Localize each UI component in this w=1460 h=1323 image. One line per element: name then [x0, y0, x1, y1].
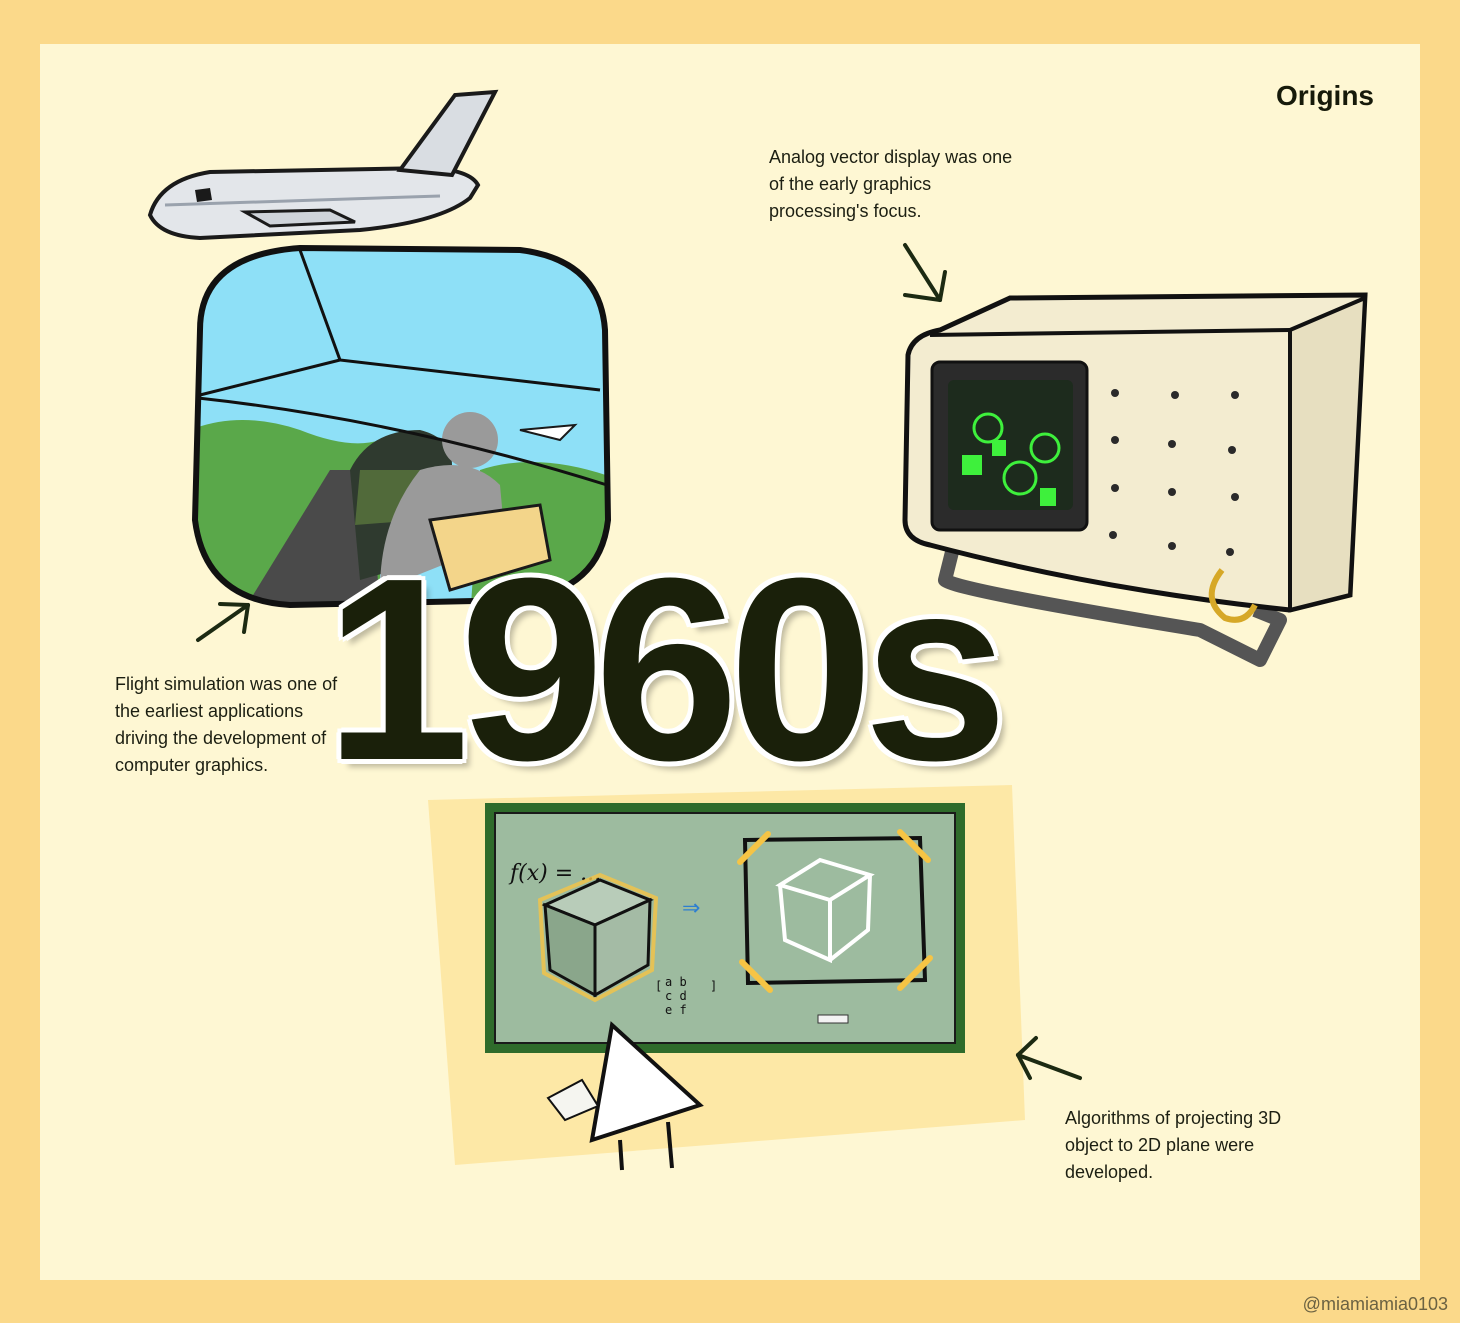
caption-projection: Algorithms of projecting 3D object to 2D… — [1065, 1108, 1282, 1182]
svg-text:[: [ — [655, 979, 662, 993]
svg-text:]: ] — [710, 979, 717, 993]
airplane-illustration — [147, 89, 499, 241]
svg-text:e f: e f — [665, 1003, 687, 1017]
headline-year: 1960s — [325, 525, 1008, 815]
page-title: Origins — [1275, 80, 1374, 111]
author-credit: @miamiamia0103 — [1302, 1294, 1448, 1314]
svg-text:c d: c d — [665, 989, 687, 1003]
chalkboard-illustration: f(x) = ... ⇒ [] a b c d e f — [428, 785, 1025, 1171]
implies-icon: ⇒ — [682, 896, 700, 921]
svg-text:a b: a b — [665, 975, 687, 989]
caption-flight-simulation: Flight simulation was one of the earlies… — [115, 674, 338, 775]
arrow-icon — [903, 243, 947, 302]
arrow-icon — [196, 602, 250, 642]
caption-vector-display: Analog vector display was one of the ear… — [769, 147, 1013, 221]
arrow-icon — [1016, 1036, 1082, 1080]
